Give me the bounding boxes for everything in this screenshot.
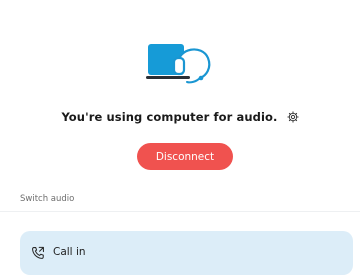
divider xyxy=(0,211,360,212)
switch-audio-title: Switch audio xyxy=(20,194,75,204)
gear-icon[interactable] xyxy=(286,111,299,123)
audio-status-text: You're using computer for audio. xyxy=(61,110,278,124)
audio-status: You're using computer for audio. xyxy=(0,110,360,124)
audio-panel: You're using computer for audio. Disconn… xyxy=(0,0,360,277)
phone-callin-icon xyxy=(32,246,44,259)
call-in-label: Call in xyxy=(53,246,86,258)
laptop-headset-icon xyxy=(146,44,211,84)
disconnect-button[interactable]: Disconnect xyxy=(137,143,233,170)
call-in-option[interactable]: Call in xyxy=(20,231,353,275)
